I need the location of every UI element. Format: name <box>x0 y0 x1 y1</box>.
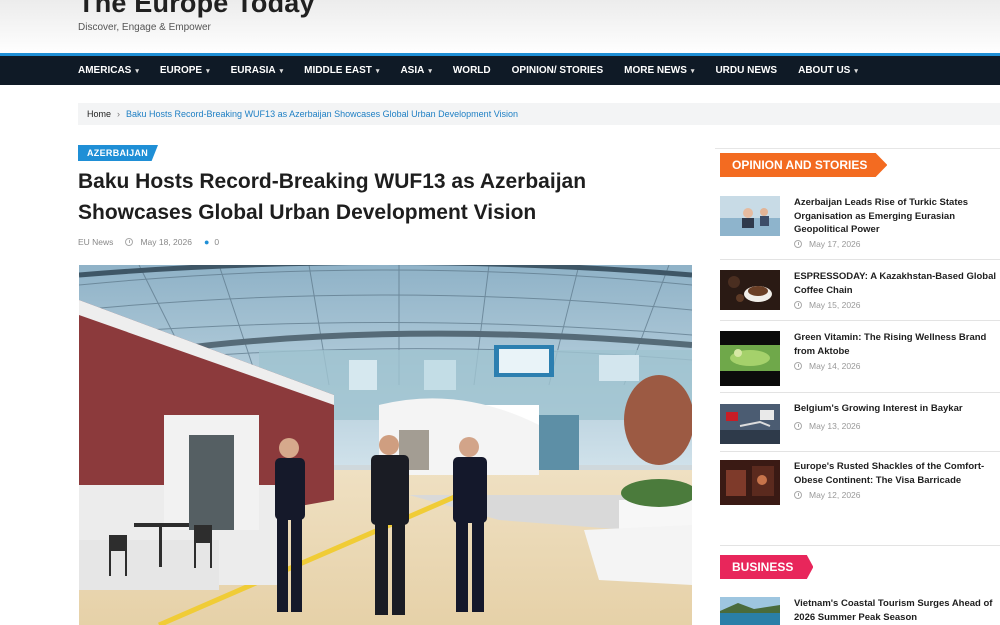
sidebar-article-title[interactable]: Green Vitamin: The Rising Wellness Brand… <box>794 331 1000 358</box>
section-label-business[interactable]: BUSINESS <box>720 555 814 579</box>
sidebar-top-divider <box>715 148 1000 149</box>
sidebar-article-title[interactable]: Europe's Rusted Shackles of the Comfort-… <box>794 460 1000 487</box>
site-title[interactable]: The Europe Today <box>78 0 315 19</box>
nav-item-americas[interactable]: AMERICAS ▾ <box>78 65 139 76</box>
chevron-down-icon: ▾ <box>428 67 432 75</box>
main-navbar: AMERICAS ▾ EUROPE ▾ EURASIA ▾ MIDDLE EAST ▾ … <box>0 56 1000 85</box>
breadcrumb-current: Baku Hosts Record-Breaking WUF13 as Azer… <box>126 109 519 119</box>
article-comments[interactable]: ● 0 <box>204 237 219 247</box>
sidebar-article-date: May 17, 2026 <box>794 239 861 249</box>
hero-illustration <box>79 265 692 625</box>
section-label-opinion-and-stories[interactable]: OPINION AND STORIES <box>720 153 888 177</box>
sidebar-article-title[interactable]: ESPRESSODAY: A Kazakhstan-Based Global C… <box>794 270 1000 297</box>
article-thumbnail[interactable] <box>720 460 780 505</box>
breadcrumb-home-link[interactable]: Home <box>87 109 111 119</box>
sidebar-separator <box>720 392 1000 393</box>
chevron-down-icon: ▾ <box>206 67 210 75</box>
category-badge[interactable]: AZERBAIJAN <box>78 145 159 161</box>
sidebar-separator <box>720 451 1000 452</box>
article-title: Baku Hosts Record-Breaking WUF13 as Azer… <box>78 170 587 224</box>
article-thumbnail[interactable] <box>720 597 780 625</box>
article-thumbnail[interactable] <box>720 331 780 386</box>
article-thumbnail[interactable] <box>720 270 780 310</box>
nav-item-more-news[interactable]: MORE NEWS ▾ <box>624 65 694 76</box>
sidebar-section-divider <box>720 545 1000 546</box>
clock-icon <box>125 238 134 246</box>
article-hero-image <box>79 265 692 625</box>
nav-item-world[interactable]: WORLD <box>453 65 491 76</box>
sidebar-article-title[interactable]: Vietnam's Coastal Tourism Surges Ahead o… <box>794 597 1000 624</box>
sidebar-separator <box>720 320 1000 321</box>
sidebar-article-title[interactable]: Azerbaijan Leads Rise of Turkic States O… <box>794 196 1000 237</box>
nav-item-about-us[interactable]: ABOUT US ▾ <box>798 65 858 76</box>
breadcrumb: Home › Baku Hosts Record-Breaking WUF13 … <box>78 103 1000 125</box>
article-author[interactable]: EU News <box>78 237 113 247</box>
sidebar-separator <box>720 259 1000 260</box>
site-header: The Europe Today Discover, Engage & Empo… <box>0 0 1000 54</box>
article-date: May 18, 2026 <box>125 237 192 247</box>
clock-icon <box>794 301 802 309</box>
nav-item-urdu-news[interactable]: URDU NEWS <box>715 65 777 76</box>
chevron-down-icon: ▾ <box>854 67 858 75</box>
article-thumbnail[interactable] <box>720 404 780 444</box>
nav-item-eurasia[interactable]: EURASIA ▾ <box>231 65 284 76</box>
breadcrumb-separator-icon: › <box>117 109 121 119</box>
nav-item-opinion-stories[interactable]: OPINION/ STORIES <box>512 65 604 76</box>
chevron-down-icon: ▾ <box>135 67 139 75</box>
clock-icon <box>794 240 802 248</box>
sidebar-article-date: May 15, 2026 <box>794 300 861 310</box>
chevron-down-icon: ▾ <box>375 67 380 75</box>
sidebar-article-date: May 12, 2026 <box>794 490 861 500</box>
clock-icon <box>794 491 802 499</box>
clock-icon <box>794 362 802 370</box>
nav-list: AMERICAS ▾ EUROPE ▾ EURASIA ▾ MIDDLE EAST ▾ … <box>78 56 879 85</box>
comment-icon: ● <box>203 237 210 247</box>
clock-icon <box>794 422 802 430</box>
nav-item-asia[interactable]: ASIA ▾ <box>400 65 431 76</box>
sidebar-article-title[interactable]: Belgium's Growing Interest in Baykar <box>794 402 1000 416</box>
article-thumbnail[interactable] <box>720 196 780 236</box>
sidebar-article-date: May 14, 2026 <box>794 361 861 371</box>
nav-item-europe[interactable]: EUROPE ▾ <box>160 65 210 76</box>
chevron-down-icon: ▾ <box>279 67 284 75</box>
chevron-down-icon: ▾ <box>690 67 695 75</box>
nav-item-middle-east[interactable]: MIDDLE EAST ▾ <box>304 65 379 76</box>
site-tagline: Discover, Engage & Empower <box>78 22 211 33</box>
sidebar-article-date: May 13, 2026 <box>794 421 861 431</box>
article-meta: EU News May 18, 2026 ● 0 <box>78 237 231 247</box>
